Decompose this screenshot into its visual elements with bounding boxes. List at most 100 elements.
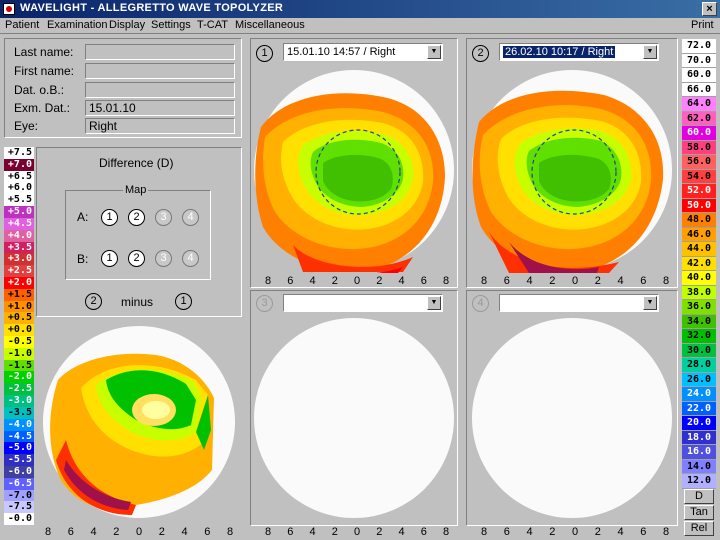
exam-date-label: Exm. Dat.: xyxy=(14,101,71,115)
difference-scale-entry: -0.5 xyxy=(4,336,34,348)
axis-tick-label: 4 xyxy=(617,275,624,287)
axis-tick-label: 8 xyxy=(44,526,52,538)
axis-tick-label: 8 xyxy=(442,275,450,287)
last-name-field[interactable] xyxy=(85,44,235,60)
curvature-scale-entry: 36.0 xyxy=(682,300,716,315)
map-a-slot-2[interactable]: 2 xyxy=(128,209,145,226)
curvature-scale-entry: 60.0 xyxy=(682,126,716,141)
difference-minus-label: minus xyxy=(121,295,154,309)
menu-tcat[interactable]: T-CAT xyxy=(197,19,228,31)
map-b-slot-1[interactable]: 1 xyxy=(101,250,118,267)
curvature-scale-entry: 50.0 xyxy=(682,198,716,214)
curvature-scale-entry: 46.0 xyxy=(682,227,716,243)
map-3-exam-select[interactable]: ▼ xyxy=(283,294,443,312)
map-panel-4: 4 ▼ xyxy=(466,290,678,526)
difference-scale-entry: +2.5 xyxy=(4,265,34,277)
map-b-slot-2[interactable]: 2 xyxy=(128,250,145,267)
difference-scale-entry: +3.5 xyxy=(4,241,34,254)
map-panel-3: 3 ▼ xyxy=(250,290,458,526)
difference-scale-entry: +0.5 xyxy=(4,312,34,325)
menu-examination[interactable]: Examination xyxy=(47,19,108,31)
map-1-exam-select[interactable]: 15.01.10 14:57 / Right ▼ xyxy=(283,43,443,61)
dob-field[interactable] xyxy=(85,82,235,98)
chevron-down-icon[interactable]: ▼ xyxy=(643,296,657,310)
close-button[interactable]: × xyxy=(702,2,717,16)
curvature-scale-entry: 64.0 xyxy=(682,97,716,112)
axis-tick-label: 2 xyxy=(376,526,383,538)
axis-tick-label: 8 xyxy=(442,526,450,538)
axis-tick-label: 8 xyxy=(264,275,272,287)
axis-tick-label: 0 xyxy=(571,275,579,287)
difference-left-operand: 2 xyxy=(85,293,102,310)
map-b-slot-3[interactable]: 3 xyxy=(155,250,172,267)
map-2-exam-select[interactable]: 26.02.10 10:17 / Right ▼ xyxy=(499,43,659,61)
map-2-graphic xyxy=(472,70,672,273)
map-2-number: 2 xyxy=(472,45,489,62)
curvature-scale-entry: 12.0 xyxy=(682,474,716,489)
first-name-label: First name: xyxy=(14,64,75,78)
scale-rel-button[interactable]: Rel xyxy=(684,521,714,536)
axis-tick-label: 6 xyxy=(287,526,294,538)
map-1-axis-labels: 8 6 4 2 0 2 4 6 8 xyxy=(256,275,458,289)
eye-field[interactable]: Right xyxy=(85,118,235,134)
axis-tick-label: 4 xyxy=(398,275,405,287)
map-a-slot-3[interactable]: 3 xyxy=(155,209,172,226)
difference-scale-entry: +5.5 xyxy=(4,194,34,207)
axis-tick-label: 2 xyxy=(594,526,601,538)
curvature-scale-entry: 22.0 xyxy=(682,401,716,417)
curvature-scale-entry: 62.0 xyxy=(682,111,716,127)
menu-miscellaneous[interactable]: Miscellaneous xyxy=(235,19,305,31)
curvature-scale-entry: 38.0 xyxy=(682,285,716,301)
menu-settings[interactable]: Settings xyxy=(151,19,191,31)
first-name-field[interactable] xyxy=(85,63,235,79)
chevron-down-icon[interactable]: ▼ xyxy=(427,45,441,59)
chevron-down-icon[interactable]: ▼ xyxy=(643,45,657,59)
menu-bar: Patient Examination Display Settings T-C… xyxy=(0,18,720,34)
difference-scale-entry: +4.0 xyxy=(4,229,34,242)
scale-d-button[interactable]: D xyxy=(684,489,714,504)
difference-scale-entry: +3.0 xyxy=(4,253,34,266)
difference-scale-entry: -1.5 xyxy=(4,359,34,372)
axis-tick-label: 2 xyxy=(158,526,165,538)
map-2-axis-labels: 8 6 4 2 0 2 4 6 8 xyxy=(472,275,678,289)
map-group-label: Map xyxy=(123,184,149,196)
map-b-slot-4[interactable]: 4 xyxy=(182,250,199,267)
menu-display[interactable]: Display xyxy=(109,19,145,31)
difference-scale-entry: -7.0 xyxy=(4,489,34,502)
difference-scale-entry: +4.5 xyxy=(4,217,34,230)
patient-panel: Last name: First name: Dat. o.B.: Exm. D… xyxy=(4,38,242,138)
map-4-exam-select[interactable]: ▼ xyxy=(499,294,659,312)
scale-tan-button[interactable]: Tan xyxy=(684,505,714,520)
axis-tick-label: 4 xyxy=(398,526,405,538)
axis-tick-label: 4 xyxy=(309,526,316,538)
curvature-scale-entry: 14.0 xyxy=(682,459,716,475)
difference-panel: Difference (D) Map A: 1 2 3 4 B: 1 2 3 4… xyxy=(36,147,242,317)
axis-tick-label: 8 xyxy=(264,526,272,538)
difference-scale-entry: -2.0 xyxy=(4,371,34,384)
axis-tick-label: 6 xyxy=(640,526,647,538)
axis-tick-label: 6 xyxy=(640,275,647,287)
curvature-scale-entry: 54.0 xyxy=(682,169,716,185)
map-2-exam-value: 26.02.10 10:17 / Right xyxy=(503,46,616,58)
axis-tick-label: 6 xyxy=(503,526,510,538)
axis-tick-label: 2 xyxy=(594,275,601,287)
menu-patient[interactable]: Patient xyxy=(5,19,39,31)
menu-print[interactable]: Print xyxy=(691,19,714,31)
curvature-scale-entry: 58.0 xyxy=(682,140,716,156)
curvature-color-scale: 72.0 70.0 60.0 66.0 64.0 62.0 60.0 58.0 56.0 54.0… xyxy=(682,39,716,489)
difference-scale-entry: -3.0 xyxy=(4,395,34,407)
curvature-scale-entry: 18.0 xyxy=(682,430,716,446)
axis-tick-label: 4 xyxy=(617,526,624,538)
map-panel-2: 2 26.02.10 10:17 / Right ▼ xyxy=(466,38,678,288)
curvature-scale-entry: 26.0 xyxy=(682,372,716,388)
exam-date-field[interactable]: 15.01.10 xyxy=(85,100,235,116)
map-a-slot-1[interactable]: 1 xyxy=(101,209,118,226)
axis-tick-label: 0 xyxy=(571,526,579,538)
difference-scale-entry: +2.0 xyxy=(4,276,34,289)
map-a-slot-4[interactable]: 4 xyxy=(182,209,199,226)
difference-scale-entry: -5.5 xyxy=(4,454,34,466)
axis-tick-label: 6 xyxy=(420,275,427,287)
app-icon xyxy=(3,3,15,15)
curvature-scale-entry: 30.0 xyxy=(682,343,716,359)
chevron-down-icon[interactable]: ▼ xyxy=(427,296,441,310)
